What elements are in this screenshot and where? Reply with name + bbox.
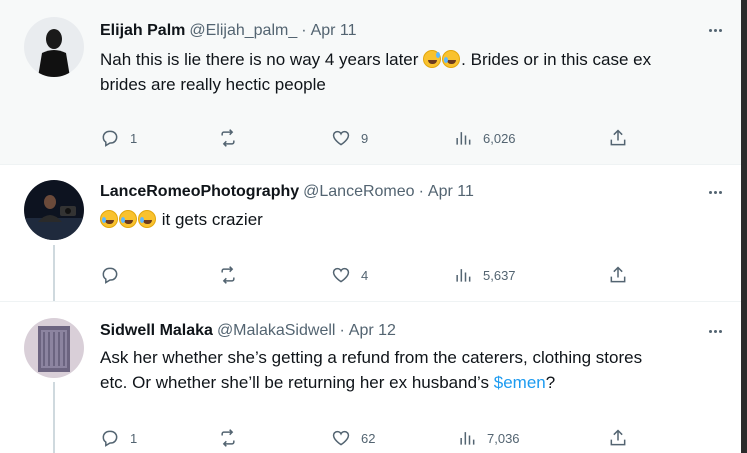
more-options-button[interactable] [703,321,727,341]
tweet-text-part: Ask her whether she’s getting a refund f… [100,348,643,367]
user-handle[interactable]: @LanceRomeo [303,182,414,202]
more-dot-icon [718,329,722,333]
tweet-text-part: it gets crazier [161,210,263,229]
window-edge [741,0,747,453]
retweet-button[interactable] [218,426,248,450]
display-name[interactable]: Elijah Palm [100,21,185,41]
more-options-button[interactable] [703,182,727,202]
separator-dot: · [418,183,424,200]
separator-dot: · [301,22,307,39]
heart-icon [332,430,350,446]
tweet-actions: 4 5,637 [100,263,630,287]
share-button[interactable] [608,263,628,287]
reply-count: 1 [130,130,138,146]
reply-count: 1 [130,430,138,446]
avatar[interactable] [24,180,84,240]
more-dot-icon [708,329,712,333]
tweet-date[interactable]: Apr 11 [311,21,357,41]
tweet-sidwell-malaka[interactable]: Sidwell Malaka @MalakaSidwell · Apr 12 A… [0,302,741,453]
heart-icon [332,130,350,146]
more-dot-icon [718,190,722,194]
retweet-icon [221,129,235,147]
tweet-text-part: Nah this is lie there is no way 4 years … [100,50,419,69]
tweet-header: Sidwell Malaka @MalakaSidwell · Apr 12 [100,321,396,341]
like-button[interactable]: 4 [331,263,368,287]
more-dot-icon [718,28,722,32]
view-count: 7,036 [487,430,520,446]
more-dot-icon [708,28,712,32]
like-count: 9 [361,130,369,146]
avatar-image [24,180,84,240]
retweet-button[interactable] [218,126,248,150]
share-icon [610,129,626,146]
tweet-lance-romeo[interactable]: LanceRomeoPhotography @LanceRomeo · Apr … [0,165,741,302]
view-count: 6,026 [483,130,516,146]
tweet-text: Nah this is lie there is no way 4 years … [100,47,730,97]
reply-button[interactable] [100,263,130,287]
cashtag-link[interactable]: $emen [494,373,546,392]
reply-icon [102,267,118,284]
views-button[interactable]: 6,026 [453,126,516,150]
tweet-elijah-palm[interactable]: Elijah Palm @Elijah_palm_ · Apr 11 Nah t… [0,0,741,165]
tweet-header: LanceRomeoPhotography @LanceRomeo · Apr … [100,182,474,202]
view-count: 5,637 [483,267,516,283]
heart-icon [332,267,350,283]
tweet-date[interactable]: Apr 11 [428,182,474,202]
avatar-image [24,318,84,378]
share-icon [610,266,626,283]
views-icon [460,432,475,445]
views-button[interactable]: 7,036 [457,426,520,450]
rofl-emoji [442,50,461,68]
share-icon [610,429,626,446]
tweet-text: Ask her whether she’s getting a refund f… [100,345,730,395]
display-name[interactable]: LanceRomeoPhotography [100,182,299,202]
tweet-actions: 1 62 7,036 [100,426,630,450]
more-options-button[interactable] [703,20,727,40]
reply-icon [102,430,118,447]
retweet-icon [221,429,235,447]
views-button[interactable]: 5,637 [453,263,516,287]
more-dot-icon [713,190,717,194]
more-dot-icon [708,190,712,194]
views-icon [456,269,471,282]
retweet-icon [221,266,235,284]
tweet-text-part: etc. Or whether she’ll be returning her … [100,373,494,392]
reply-icon [102,130,118,147]
views-icon [456,132,471,145]
tweet-text-part: brides are really hectic people [100,75,326,94]
display-name[interactable]: Sidwell Malaka [100,321,213,341]
more-dot-icon [713,28,717,32]
reply-button[interactable]: 1 [100,426,137,450]
like-count: 4 [361,267,369,283]
tweet-text-part: . Brides or in this case ex [461,50,652,69]
share-button[interactable] [608,426,628,450]
tweet-header: Elijah Palm @Elijah_palm_ · Apr 11 [100,21,357,41]
tweet-text: it gets crazier [100,207,730,232]
tweet-actions: 1 9 6,026 [100,126,630,150]
more-dot-icon [713,329,717,333]
reply-button[interactable]: 1 [100,126,137,150]
user-handle[interactable]: @Elijah_palm_ [189,21,297,41]
like-count: 62 [361,430,376,446]
rofl-emoji [138,210,156,228]
avatar[interactable] [24,318,84,378]
share-button[interactable] [608,126,628,150]
like-button[interactable]: 9 [331,126,368,150]
like-button[interactable]: 62 [331,426,375,450]
rofl-emoji [119,210,137,228]
user-handle[interactable]: @MalakaSidwell [217,321,336,341]
retweet-button[interactable] [218,263,248,287]
tweet-date[interactable]: Apr 12 [349,321,396,341]
sweat-smile-emoji [423,50,442,68]
separator-dot: · [339,322,345,339]
rofl-emoji [100,210,118,228]
tweet-text-part: ? [545,373,556,392]
avatar[interactable] [24,17,84,77]
avatar-image [24,17,84,77]
